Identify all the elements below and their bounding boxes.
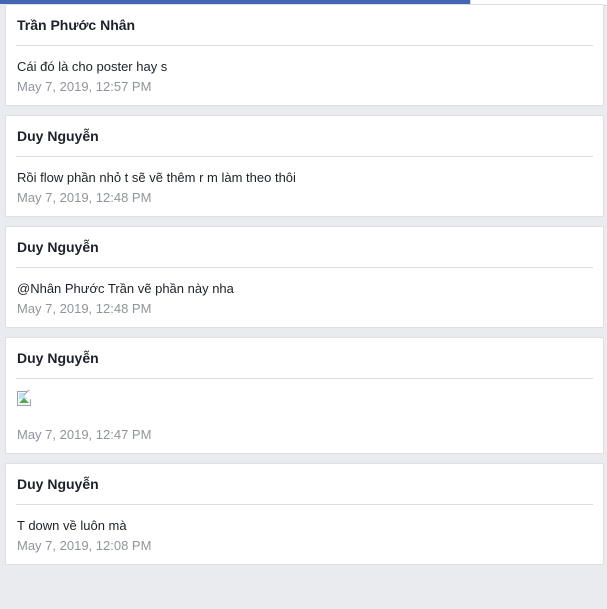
comment-timestamp: May 7, 2019, 12:48 PM [17, 301, 152, 316]
comment-timestamp: May 7, 2019, 12:57 PM [17, 79, 152, 94]
comment-timestamp: May 7, 2019, 12:48 PM [17, 190, 152, 205]
comment-attachment [16, 379, 593, 427]
comment-author[interactable]: Duy Nguyễn [17, 128, 99, 144]
comment-feed: Trần Phước Nhân Cái đó là cho poster hay… [5, 4, 604, 574]
comment-card: Duy Nguyễn T down về luôn mà May 7, 2019… [5, 463, 604, 565]
comment-text: Cái đó là cho poster hay s [17, 59, 168, 74]
comment-timestamp: May 7, 2019, 12:47 PM [17, 427, 152, 442]
comment-text: @Nhân Phước Trần vẽ phần này nha [17, 281, 234, 296]
comment-timestamp: May 7, 2019, 12:08 PM [17, 538, 152, 553]
comment-text: Rồi flow phần nhỏ t sẽ vẽ thêm r m làm t… [17, 170, 296, 185]
comment-author[interactable]: Trần Phước Nhân [17, 17, 135, 33]
broken-image-icon[interactable] [17, 389, 35, 407]
comment-card: Duy Nguyễn @Nhân Phước Trần vẽ phần này … [5, 226, 604, 328]
comments-page: Trần Phước Nhân Cái đó là cho poster hay… [0, 0, 607, 609]
comment-card: Trần Phước Nhân Cái đó là cho poster hay… [5, 4, 604, 106]
comment-author[interactable]: Duy Nguyễn [17, 476, 99, 492]
comment-card: Duy Nguyễn May 7, 2019, 12:47 PM [5, 337, 604, 454]
comment-card: Duy Nguyễn Rồi flow phần nhỏ t sẽ vẽ thê… [5, 115, 604, 217]
comment-text: T down về luôn mà [17, 518, 127, 533]
comment-author[interactable]: Duy Nguyễn [17, 239, 99, 255]
comment-author[interactable]: Duy Nguyễn [17, 350, 99, 366]
